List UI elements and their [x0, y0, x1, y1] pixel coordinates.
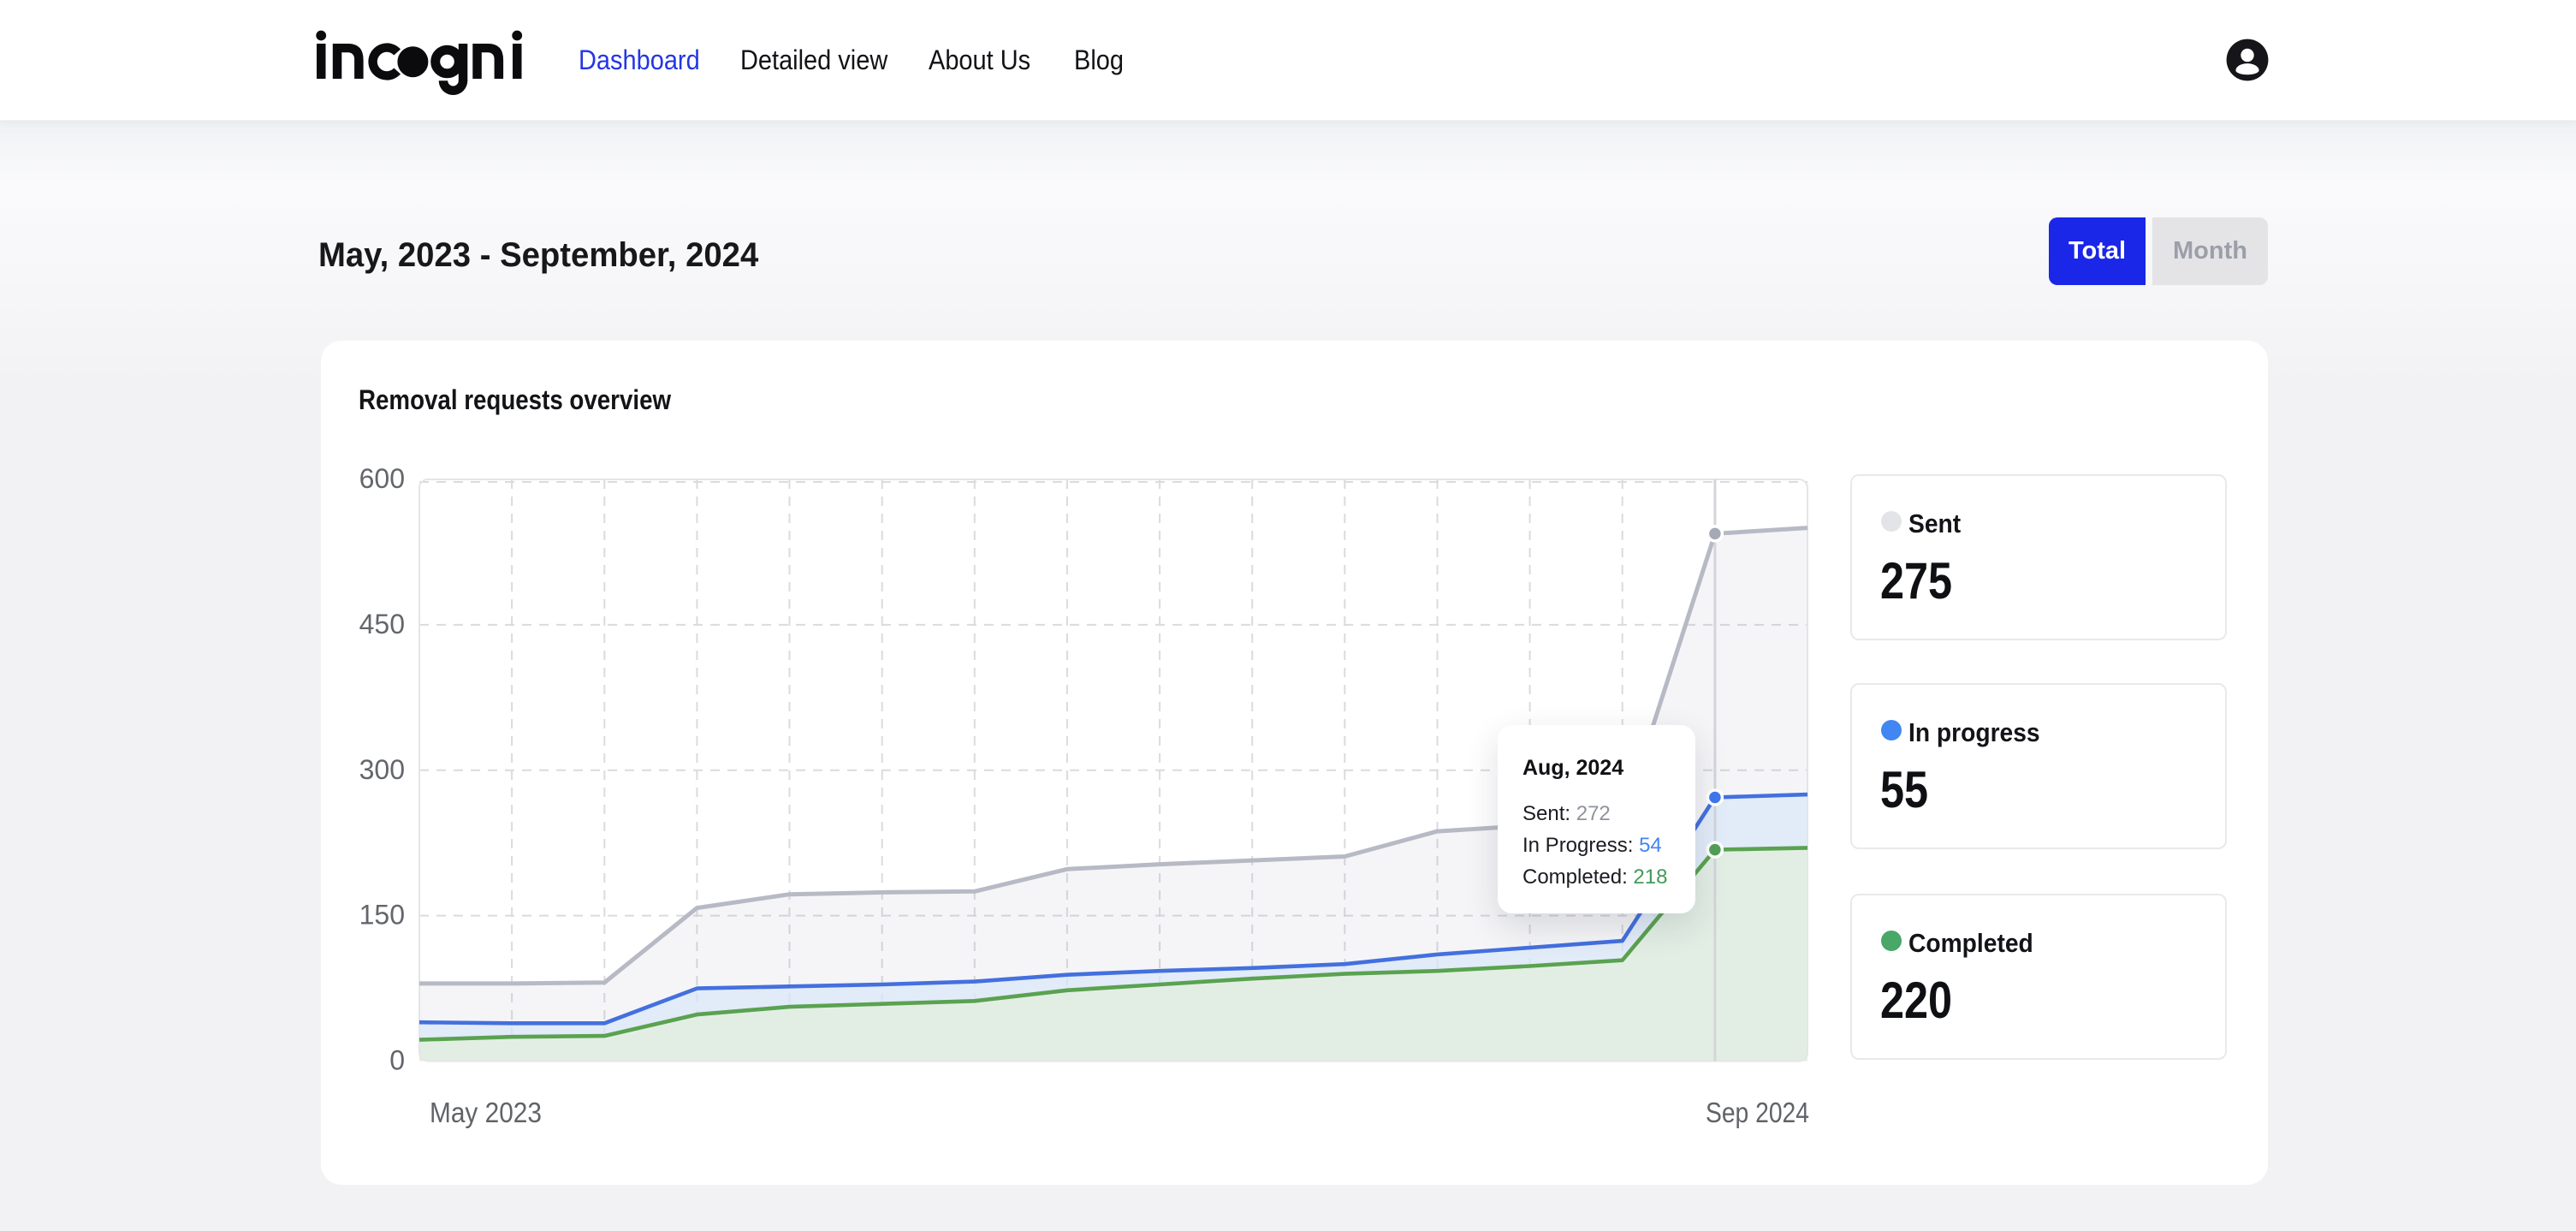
svg-text:450: 450	[359, 609, 405, 639]
svg-text:Sep 2024: Sep 2024	[1706, 1097, 1809, 1128]
svg-text:300: 300	[359, 754, 405, 785]
svg-text:150: 150	[359, 900, 405, 931]
svg-text:0: 0	[389, 1045, 405, 1076]
svg-text:600: 600	[359, 463, 405, 494]
svg-text:May 2023: May 2023	[430, 1097, 542, 1128]
